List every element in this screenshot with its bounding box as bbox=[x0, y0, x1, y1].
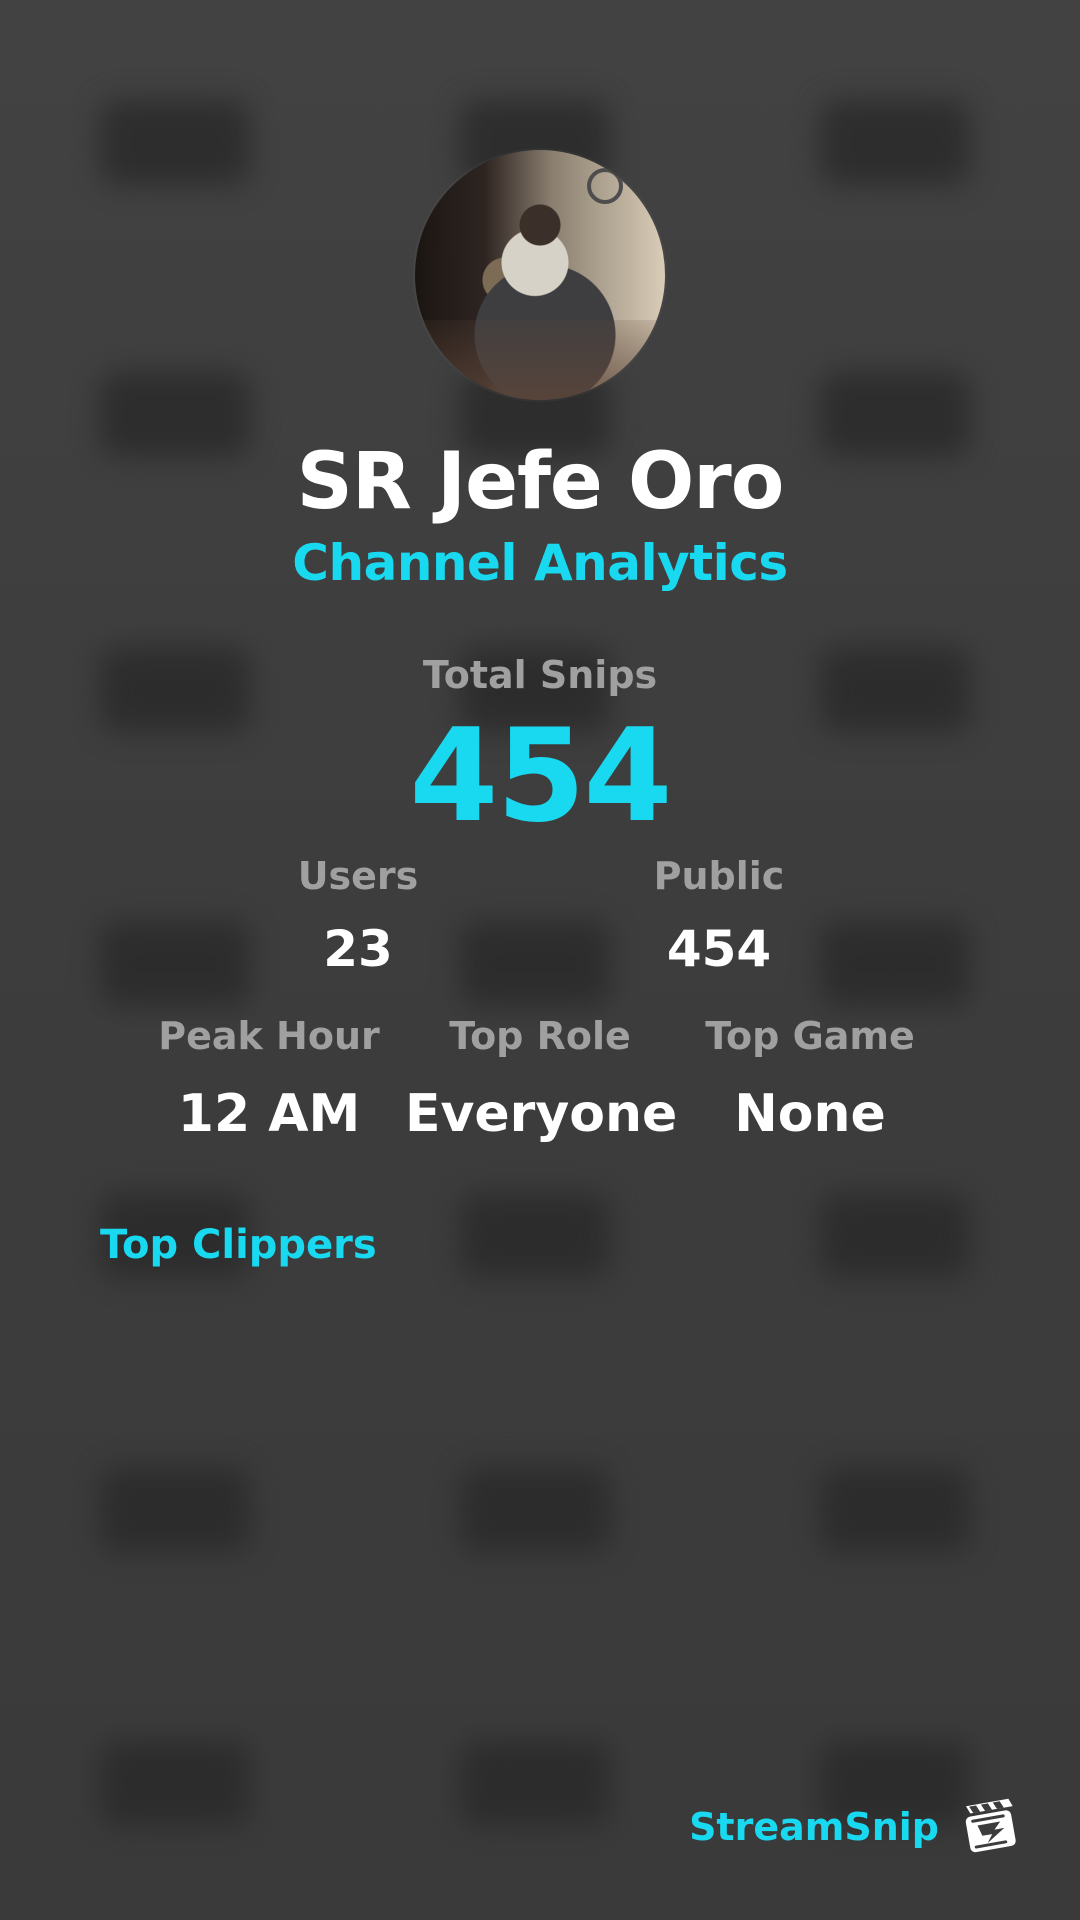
brand-badge: StreamSnip bbox=[689, 1792, 1027, 1862]
peak-hour-value: 12 AM bbox=[177, 1084, 361, 1144]
top-role-label: Top Role bbox=[449, 1014, 631, 1058]
clapperboard-icon bbox=[965, 1798, 1016, 1853]
top-game-value: None bbox=[734, 1084, 886, 1144]
total-snips-label: Total Snips bbox=[422, 653, 658, 697]
users-label: Users bbox=[297, 854, 419, 898]
top-game-stat: Top Game None bbox=[675, 1012, 945, 1148]
peak-hour-label: Peak Hour bbox=[158, 1014, 380, 1058]
profile-avatar bbox=[415, 150, 665, 400]
public-stat: Public 454 bbox=[594, 852, 844, 980]
channel-analytics-title: Channel Analytics bbox=[292, 534, 788, 592]
public-label: Public bbox=[653, 854, 785, 898]
total-snips-value: 454 bbox=[409, 702, 672, 851]
top-game-label: Top Game bbox=[705, 1014, 915, 1058]
public-value: 454 bbox=[666, 920, 772, 978]
top-role-value: Everyone bbox=[405, 1084, 678, 1144]
channel-name: SR Jefe Oro bbox=[296, 437, 785, 527]
brand-name: StreamSnip bbox=[689, 1805, 939, 1849]
top-role-stat: Top Role Everyone bbox=[405, 1012, 678, 1148]
users-stat: Users 23 bbox=[233, 852, 483, 980]
peak-hour-stat: Peak Hour 12 AM bbox=[134, 1012, 404, 1148]
users-value: 23 bbox=[323, 920, 393, 978]
analytics-screen: SR Jefe Oro Channel Analytics Total Snip… bbox=[0, 0, 1080, 1920]
top-clippers-heading: Top Clippers bbox=[100, 1222, 377, 1268]
